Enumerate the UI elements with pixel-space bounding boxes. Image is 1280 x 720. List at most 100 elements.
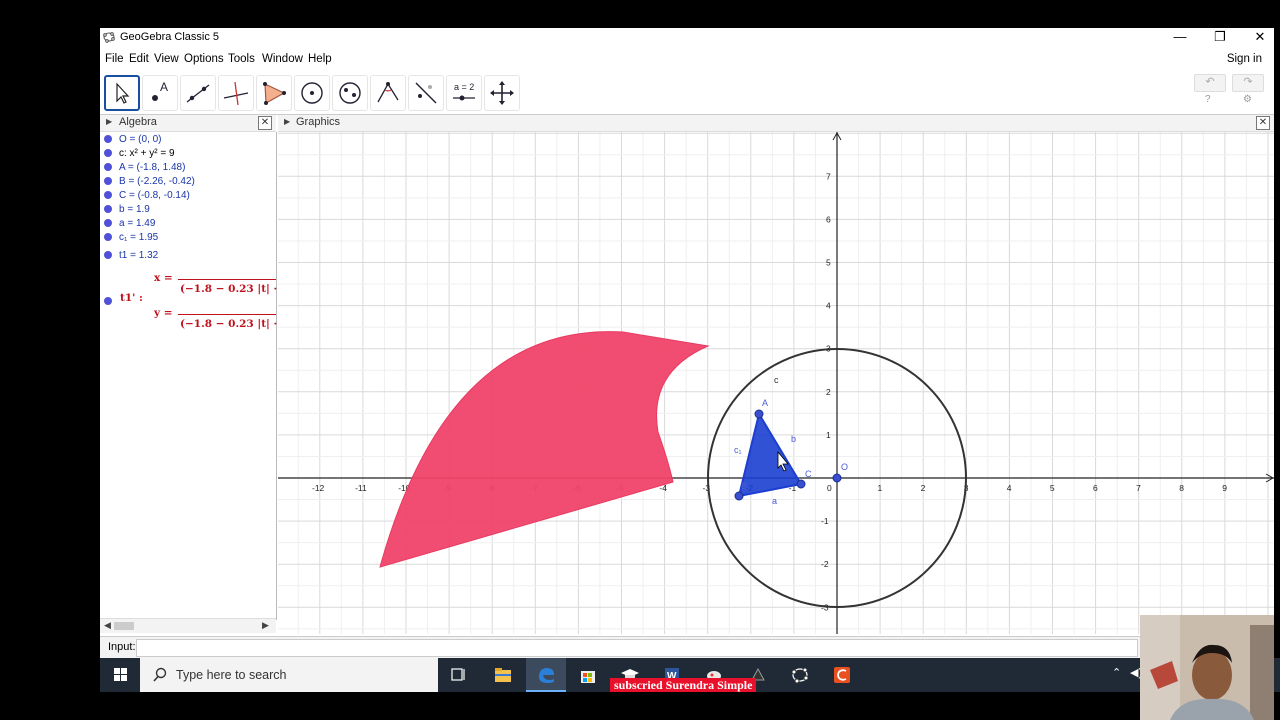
search-icon: [153, 667, 167, 682]
sign-in-link[interactable]: Sign in: [1227, 53, 1262, 65]
redo-button[interactable]: ↷: [1232, 74, 1264, 92]
undo-button[interactable]: ↶: [1194, 74, 1226, 92]
visibility-dot-icon[interactable]: [104, 149, 112, 157]
param-curve-item[interactable]: [104, 296, 119, 307]
visibility-dot-icon[interactable]: [104, 205, 112, 213]
visibility-dot-icon[interactable]: [104, 251, 112, 259]
search-placeholder: Type here to search: [176, 668, 287, 682]
algebra-header: ▶ Algebra ✕: [100, 115, 276, 132]
algebra-item[interactable]: O = (0, 0): [104, 134, 162, 145]
toolbar: A a = 2: [100, 72, 1274, 112]
input-bar: Input:: [100, 636, 1274, 659]
move-tool-button[interactable]: [104, 75, 140, 111]
y-tick-label: 4: [826, 301, 831, 311]
move-arrows-icon: [490, 81, 514, 105]
menu-window[interactable]: Window: [262, 53, 303, 65]
algebra-item-text: A = (-1.8, 1.48): [119, 162, 186, 173]
algebra-item[interactable]: A = (-1.8, 1.48): [104, 162, 185, 173]
screen-recorder-icon[interactable]: [831, 664, 853, 686]
slider-tool-button[interactable]: a = 2: [446, 75, 482, 111]
menu-help[interactable]: Help: [308, 53, 332, 65]
graphics-view[interactable]: -12-11-10-9-8-7-6-5-4-3-2-10123456789 76…: [278, 132, 1274, 634]
collapse-arrow-icon[interactable]: ▶: [284, 117, 290, 126]
reflect-line-icon: [415, 82, 437, 104]
algebra-item[interactable]: b = 1.9: [104, 204, 150, 215]
visibility-dot-icon[interactable]: [104, 163, 112, 171]
visibility-dot-icon[interactable]: [104, 219, 112, 227]
close-algebra-button[interactable]: ✕: [258, 116, 272, 130]
geogebra-taskbar-icon[interactable]: [789, 664, 811, 686]
minimize-button[interactable]: —: [1160, 28, 1200, 48]
file-explorer-icon[interactable]: [492, 664, 514, 686]
store-icon[interactable]: [577, 664, 599, 686]
x-tick-label: 7: [1136, 483, 1141, 493]
slider-label: a = 2: [454, 82, 474, 92]
visibility-dot-icon[interactable]: [104, 135, 112, 143]
menu-edit[interactable]: Edit: [129, 53, 149, 65]
slider-icon: a = 2: [453, 82, 475, 101]
algebra-item[interactable]: c: x² + y² = 9: [104, 148, 175, 159]
polygon-tool-button[interactable]: [256, 75, 292, 111]
x-tick-label: 5: [1050, 483, 1055, 493]
visibility-dot-icon[interactable]: [104, 177, 112, 185]
menu-tools[interactable]: Tools: [228, 53, 255, 65]
point-o[interactable]: [832, 473, 842, 483]
menu-options[interactable]: Options: [184, 53, 224, 65]
collapse-arrow-icon[interactable]: ▶: [106, 117, 112, 126]
algebra-item[interactable]: C = (-0.8, -0.14): [104, 190, 190, 201]
ellipse-icon: [339, 82, 361, 104]
param-x-rhs: (−1.8 − 0.23 |t| ·: [180, 283, 278, 295]
title-bar: GeoGebra Classic 5 — ❐ ✕: [100, 28, 1274, 48]
label-b-side: b: [791, 434, 796, 444]
reflect-tool-button[interactable]: [408, 75, 444, 111]
perpendicular-tool-button[interactable]: [218, 75, 254, 111]
maximize-button[interactable]: ❐: [1200, 28, 1240, 48]
task-view-icon[interactable]: [448, 664, 470, 686]
webcam-person-image: [1140, 615, 1274, 720]
y-tick-label: -1: [821, 516, 829, 526]
menu-view[interactable]: View: [154, 53, 179, 65]
algebra-item[interactable]: a = 1.49: [104, 218, 155, 229]
scroll-left-icon[interactable]: ◀: [104, 620, 111, 631]
point-c[interactable]: [796, 479, 806, 489]
perpendicular-line-icon: [223, 81, 249, 106]
menu-file[interactable]: File: [105, 53, 124, 65]
algebra-item-text: b = 1.9: [119, 204, 150, 215]
windows-start-icon[interactable]: [110, 664, 132, 686]
chevron-up-icon[interactable]: ⌃: [1112, 666, 1121, 679]
close-button[interactable]: ✕: [1240, 28, 1274, 48]
line-tool-button[interactable]: [180, 75, 216, 111]
move-graphics-tool-button[interactable]: [484, 75, 520, 111]
visibility-dot-icon[interactable]: [104, 191, 112, 199]
x-tick-label: -11: [355, 483, 367, 493]
algebra-item[interactable]: c₁ = 1.95: [104, 232, 158, 243]
gear-icon[interactable]: ⚙: [1243, 94, 1252, 105]
algebra-title: Algebra: [119, 116, 157, 128]
scroll-right-icon[interactable]: ▶: [262, 620, 269, 631]
edge-browser-icon: [539, 668, 554, 683]
arrow-cursor-icon: [116, 82, 130, 104]
scrollbar-thumb[interactable]: [114, 622, 134, 630]
visibility-dot-icon[interactable]: [104, 297, 112, 305]
algebra-item-text: C = (-0.8, -0.14): [119, 190, 190, 201]
x-tick-label: 0: [827, 483, 832, 493]
algebra-item-selected[interactable]: t1 = 1.32: [104, 250, 158, 261]
triangle-abc[interactable]: [737, 411, 803, 498]
point-a[interactable]: [754, 409, 764, 419]
taskbar-search[interactable]: Type here to search: [140, 658, 438, 692]
circle-tool-button[interactable]: [294, 75, 330, 111]
ellipse-tool-button[interactable]: [332, 75, 368, 111]
edge-taskbar-item[interactable]: [526, 658, 566, 692]
visibility-dot-icon[interactable]: [104, 233, 112, 241]
angle-tool-button[interactable]: [370, 75, 406, 111]
algebra-item[interactable]: B = (-2.26, -0.42): [104, 176, 195, 187]
close-graphics-button[interactable]: ✕: [1256, 116, 1270, 130]
help-icon[interactable]: ?: [1205, 94, 1211, 105]
point-b[interactable]: [734, 491, 744, 501]
algebra-item-text: c₁ = 1.95: [119, 232, 159, 243]
locus-trace-region[interactable]: [379, 331, 710, 568]
fraction-line: [178, 279, 276, 280]
input-field[interactable]: [136, 639, 1138, 657]
point-tool-button[interactable]: A: [142, 75, 178, 111]
algebra-horizontal-scrollbar[interactable]: ◀ ▶: [100, 618, 276, 633]
